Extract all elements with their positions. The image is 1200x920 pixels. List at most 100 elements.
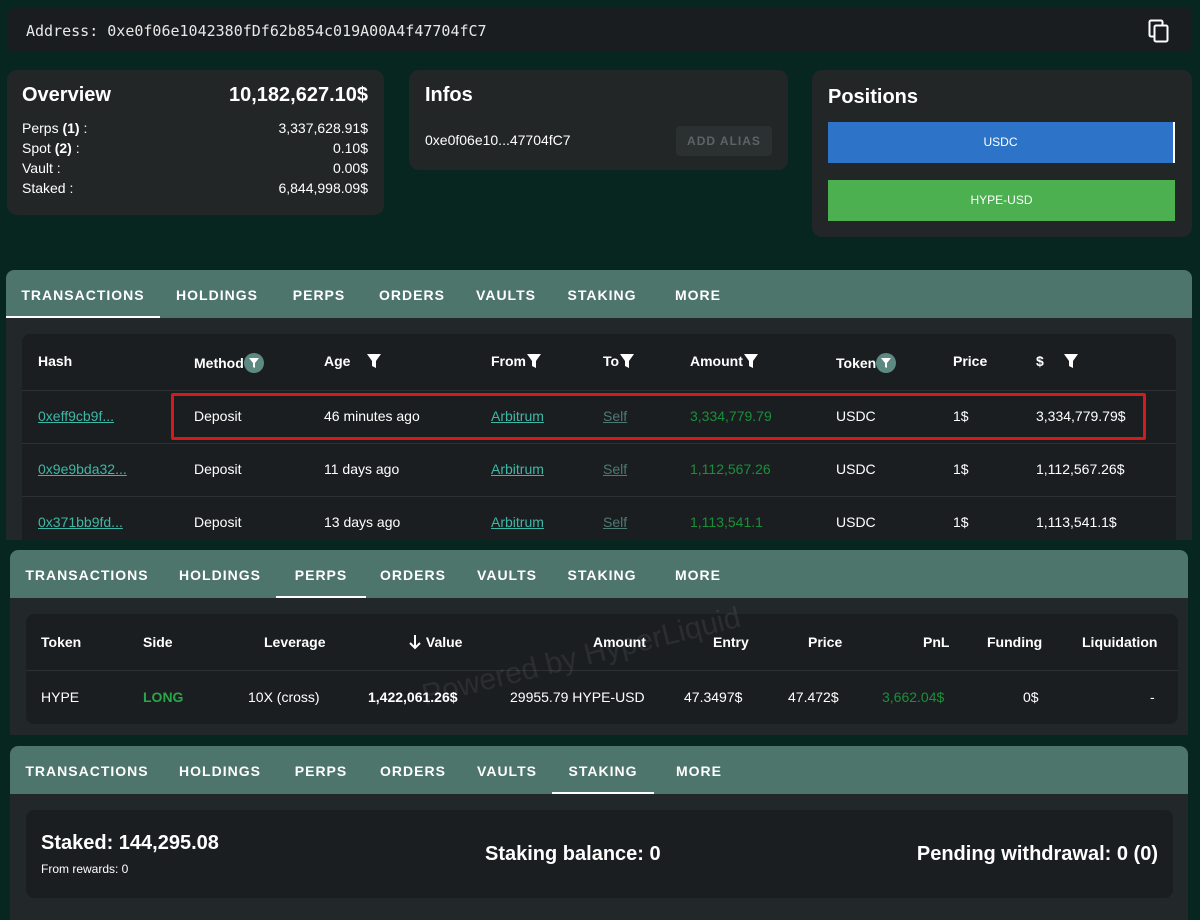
row-divider (22, 443, 1176, 444)
tab-holdings[interactable]: HOLDINGS (164, 763, 276, 779)
infos-short-address: 0xe0f06e10...47704fC7 (425, 132, 571, 148)
header-hash: Hash (38, 353, 73, 369)
from-rewards: From rewards: 0 (41, 862, 129, 876)
tx-from-link[interactable]: Arbitrum (491, 514, 544, 530)
tx-amount: 1,113,541.1 (690, 514, 763, 530)
tab-orders[interactable]: ORDERS (364, 287, 460, 303)
header-token[interactable]: Token (836, 353, 897, 373)
overview-value-spot: 0.10$ (332, 140, 368, 156)
perp-funding: 0$ (1023, 689, 1039, 705)
perp-pnl: 3,662.04$ (882, 689, 945, 705)
tx-amount: 1,112,567.26 (690, 461, 771, 477)
header-age[interactable]: Age (324, 353, 382, 369)
active-tab-indicator (552, 792, 654, 794)
filter-icon[interactable] (243, 353, 264, 373)
tab-vaults[interactable]: VAULTS (460, 763, 554, 779)
tx-from-link[interactable]: Arbitrum (491, 461, 544, 477)
active-tab-indicator (6, 316, 160, 318)
tab-vaults[interactable]: VAULTS (460, 567, 554, 583)
header-value[interactable]: Value (408, 634, 462, 650)
perp-leverage: 10X (cross) (248, 689, 320, 705)
row-divider (22, 390, 1176, 391)
staking-summary: Staked: 144,295.08 From rewards: 0 Staki… (26, 810, 1173, 898)
tab-transactions[interactable]: TRANSACTIONS (10, 763, 164, 779)
tab-bar: TRANSACTIONS HOLDINGS PERPS ORDERS VAULT… (6, 270, 1192, 318)
tab-vaults[interactable]: VAULTS (460, 287, 552, 303)
sort-down-icon (409, 635, 421, 650)
row-divider (22, 496, 1176, 497)
tx-token: USDC (836, 461, 876, 477)
tab-more[interactable]: MORE (652, 287, 744, 303)
header-funding: Funding (987, 634, 1043, 650)
tx-to-link[interactable]: Self (603, 514, 627, 530)
header-from[interactable]: From (491, 353, 542, 369)
tab-staking[interactable]: STAKING (552, 287, 652, 303)
overview-label-perps: Perps (1) : (22, 120, 88, 136)
tx-method: Deposit (194, 514, 242, 530)
header-method[interactable]: Method (194, 353, 264, 373)
overview-value-vault: 0.00$ (332, 160, 368, 176)
position-hype-usd-bar[interactable]: HYPE-USD (828, 180, 1175, 221)
filter-icon (527, 354, 541, 368)
positions-card: Positions USDC HYPE-USD (812, 70, 1192, 237)
tx-to-link[interactable]: Self (603, 461, 627, 477)
tx-age: 11 days ago (324, 461, 400, 477)
position-usdc-bar[interactable]: USDC (828, 122, 1175, 163)
infos-title: Infos (425, 84, 473, 106)
tab-perps[interactable]: PERPS (276, 763, 366, 779)
overview-label-spot: Spot (2) : (22, 140, 80, 156)
filter-icon (620, 354, 635, 368)
perp-amount: 29955.79 HYPE-USD (510, 689, 645, 705)
tab-transactions[interactable]: TRANSACTIONS (6, 287, 160, 303)
tab-orders[interactable]: ORDERS (366, 567, 460, 583)
tx-hash-link[interactable]: 0x371bb9fd... (38, 514, 123, 530)
filter-icon[interactable] (876, 353, 897, 373)
header-to[interactable]: To (603, 353, 635, 369)
tab-holdings[interactable]: HOLDINGS (164, 567, 276, 583)
tx-hash-link[interactable]: 0xeff9cb9f... (38, 408, 114, 424)
tx-usd: 1,112,567.26$ (1036, 461, 1125, 477)
perp-entry: 47.3497$ (684, 689, 743, 705)
header-usd[interactable]: $ (1036, 353, 1079, 369)
tab-holdings[interactable]: HOLDINGS (160, 287, 274, 303)
header-side: Side (143, 634, 173, 650)
perp-side: LONG (143, 689, 184, 705)
filter-icon (367, 354, 382, 368)
overview-title: Overview (22, 84, 111, 106)
tx-hash-link[interactable]: 0x9e9bda32... (38, 461, 127, 477)
tab-transactions[interactable]: TRANSACTIONS (10, 567, 164, 583)
tab-staking[interactable]: STAKING (554, 567, 650, 583)
tab-bar: TRANSACTIONS HOLDINGS PERPS ORDERS VAULT… (10, 550, 1188, 598)
overview-value-staked: 6,844,998.09$ (278, 180, 368, 196)
header-price: Price (953, 353, 988, 369)
tab-staking[interactable]: STAKING (552, 763, 654, 779)
highlight-box (171, 393, 1146, 440)
staking-balance: Staking balance: 0 (485, 843, 661, 865)
copy-icon[interactable] (1148, 19, 1170, 43)
staked-amount: Staked: 144,295.08 (41, 832, 219, 854)
address-text: Address: 0xe0f06e1042380fDf62b854c019A00… (26, 22, 487, 40)
perp-token: HYPE (41, 689, 80, 705)
address-bar: Address: 0xe0f06e1042380fDf62b854c019A00… (8, 8, 1192, 52)
perp-price: 47.472$ (788, 689, 839, 705)
overview-value-perps: 3,337,628.91$ (278, 120, 368, 136)
header-pnl: PnL (923, 634, 950, 650)
tab-orders[interactable]: ORDERS (366, 763, 460, 779)
overview-total: 10,182,627.10$ (228, 84, 368, 106)
pending-withdrawal: Pending withdrawal: 0 (0) (916, 843, 1158, 865)
tab-more[interactable]: MORE (654, 763, 744, 779)
header-amount[interactable]: Amount (690, 353, 759, 369)
filter-icon (743, 354, 758, 368)
tab-perps[interactable]: PERPS (276, 567, 366, 583)
overview-label-vault: Vault : (22, 160, 61, 176)
infos-card: Infos 0xe0f06e10...47704fC7 ADD ALIAS (409, 70, 788, 170)
tx-method: Deposit (194, 461, 242, 477)
add-alias-button[interactable]: ADD ALIAS (676, 126, 772, 156)
tab-perps[interactable]: PERPS (274, 287, 364, 303)
perp-liquidation: - (1150, 689, 1155, 705)
staking-panel: TRANSACTIONS HOLDINGS PERPS ORDERS VAULT… (10, 746, 1188, 920)
tx-price: 1$ (953, 514, 969, 530)
row-divider (26, 670, 1178, 671)
header-leverage: Leverage (264, 634, 326, 650)
tab-more[interactable]: MORE (650, 567, 746, 583)
